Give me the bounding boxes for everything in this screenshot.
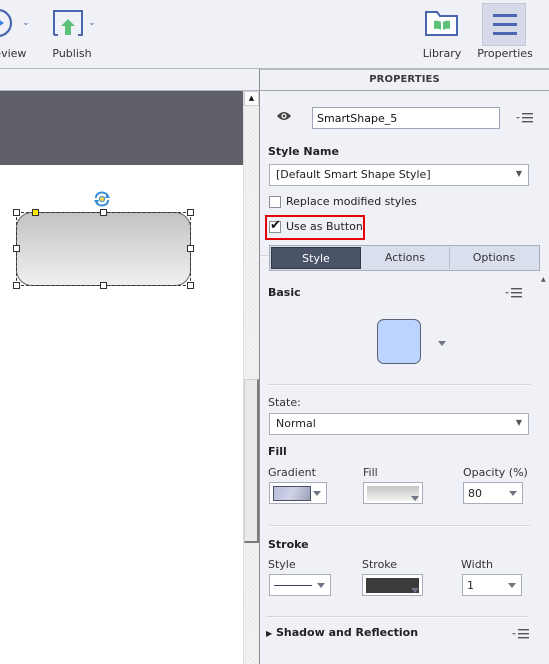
style-name-value: [Default Smart Shape Style] [276, 168, 431, 181]
stroke-style-dropdown[interactable] [269, 574, 331, 596]
opacity-label: Opacity (%) [463, 466, 528, 479]
replace-modified-label: Replace modified styles [286, 195, 417, 208]
properties-button-bg [482, 3, 526, 46]
swatch-dropdown-arrow-icon[interactable] [438, 341, 446, 346]
publish-icon [53, 10, 83, 36]
stroke-style-label: Style [268, 558, 296, 571]
dropdown-arrow-icon: ▼ [515, 418, 522, 427]
shadow-reflection-heading[interactable]: Shadow and Reflection [276, 626, 418, 639]
opacity-value: 80 [468, 487, 482, 500]
visibility-eye-icon[interactable] [276, 110, 292, 122]
tab-actions[interactable]: Actions [361, 247, 450, 269]
tab-style[interactable]: Style [271, 247, 361, 269]
rotate-handle-icon[interactable] [93, 191, 111, 207]
publish-button[interactable]: ⌄ Publish [48, 0, 100, 69]
highlight-annotation-box [265, 215, 365, 240]
chevron-down-icon[interactable]: ⌄ [22, 18, 30, 28]
panel-scroll-up-icon[interactable]: ▲ [541, 276, 546, 283]
panel-title: PROPERTIES [260, 69, 549, 91]
resize-handle-left[interactable] [13, 245, 20, 252]
selection-box [16, 212, 191, 286]
dropdown-arrow-icon [411, 588, 419, 593]
chevron-down-icon[interactable]: ⌄ [88, 18, 96, 28]
resize-handle-bottom[interactable] [100, 282, 107, 289]
width-dropdown[interactable]: 1 [462, 574, 522, 596]
opacity-dropdown[interactable]: 80 [463, 482, 523, 504]
corner-radius-handle[interactable] [32, 209, 39, 216]
fill-label: Fill [363, 466, 378, 479]
resize-handle-top-right[interactable] [187, 209, 194, 216]
resize-handle-right[interactable] [187, 245, 194, 252]
replace-modified-row[interactable]: Replace modified styles [269, 195, 417, 208]
fill-heading: Fill [268, 445, 287, 458]
solid-line-icon [274, 585, 312, 586]
resize-handle-bottom-left[interactable] [13, 282, 20, 289]
replace-modified-checkbox[interactable] [269, 195, 281, 208]
state-label: State: [268, 396, 301, 409]
gradient-dropdown[interactable] [269, 482, 327, 504]
properties-label: Properties [477, 47, 533, 60]
shadow-menu-icon[interactable] [512, 628, 530, 640]
stage-vertical-scrollbar[interactable]: ▲ [243, 91, 259, 664]
publish-label: Publish [52, 47, 92, 60]
toolbar: ⌄ Preview ⌄ Publish Library Properties [0, 0, 549, 69]
dropdown-arrow-icon [509, 491, 517, 496]
library-button[interactable]: Library [418, 0, 466, 69]
hamburger-icon [493, 14, 517, 35]
gradient-swatch [273, 486, 311, 501]
width-label: Width [461, 558, 493, 571]
resize-handle-top-left[interactable] [13, 209, 20, 216]
stage-header [0, 70, 259, 91]
state-value: Normal [276, 417, 316, 430]
basic-heading: Basic [268, 286, 301, 299]
style-preview-swatch[interactable] [377, 319, 421, 364]
style-name-select[interactable]: [Default Smart Shape Style] ▼ [269, 164, 529, 186]
resize-handle-top[interactable] [100, 209, 107, 216]
style-name-heading: Style Name [268, 145, 339, 158]
state-select[interactable]: Normal ▼ [269, 413, 529, 435]
preview-label: Preview [0, 47, 27, 60]
dropdown-arrow-icon [313, 491, 321, 496]
properties-panel: PROPERTIES Style Name [Default Smart Sha… [260, 69, 549, 664]
panel-menu-icon[interactable] [516, 112, 534, 124]
smart-shape[interactable] [13, 209, 194, 289]
gradient-label: Gradient [268, 466, 316, 479]
stage-top-strip [0, 91, 243, 165]
stroke-color-label: Stroke [362, 558, 398, 571]
stroke-color-dropdown[interactable] [362, 574, 423, 596]
tab-options[interactable]: Options [450, 247, 538, 269]
properties-button[interactable]: Properties [474, 0, 536, 69]
library-label: Library [422, 47, 462, 60]
scroll-up-arrow-icon[interactable]: ▲ [244, 91, 259, 106]
property-tabs: Style Actions Options [269, 245, 540, 271]
fill-color-dropdown[interactable] [363, 482, 423, 504]
expand-arrow-icon[interactable]: ▶ [266, 629, 272, 638]
scroll-thumb[interactable] [244, 379, 259, 543]
dropdown-arrow-icon: ▼ [515, 169, 522, 178]
dropdown-arrow-icon [508, 583, 516, 588]
resize-handle-bottom-right[interactable] [187, 282, 194, 289]
object-name-input[interactable] [312, 107, 500, 129]
preview-button[interactable]: ⌄ Preview [0, 0, 40, 69]
width-value: 1 [467, 579, 474, 592]
library-folder-icon [425, 11, 458, 36]
dropdown-arrow-icon [317, 583, 325, 588]
stroke-heading: Stroke [268, 538, 309, 551]
dropdown-arrow-icon [411, 496, 419, 501]
basic-menu-icon[interactable] [505, 287, 523, 299]
